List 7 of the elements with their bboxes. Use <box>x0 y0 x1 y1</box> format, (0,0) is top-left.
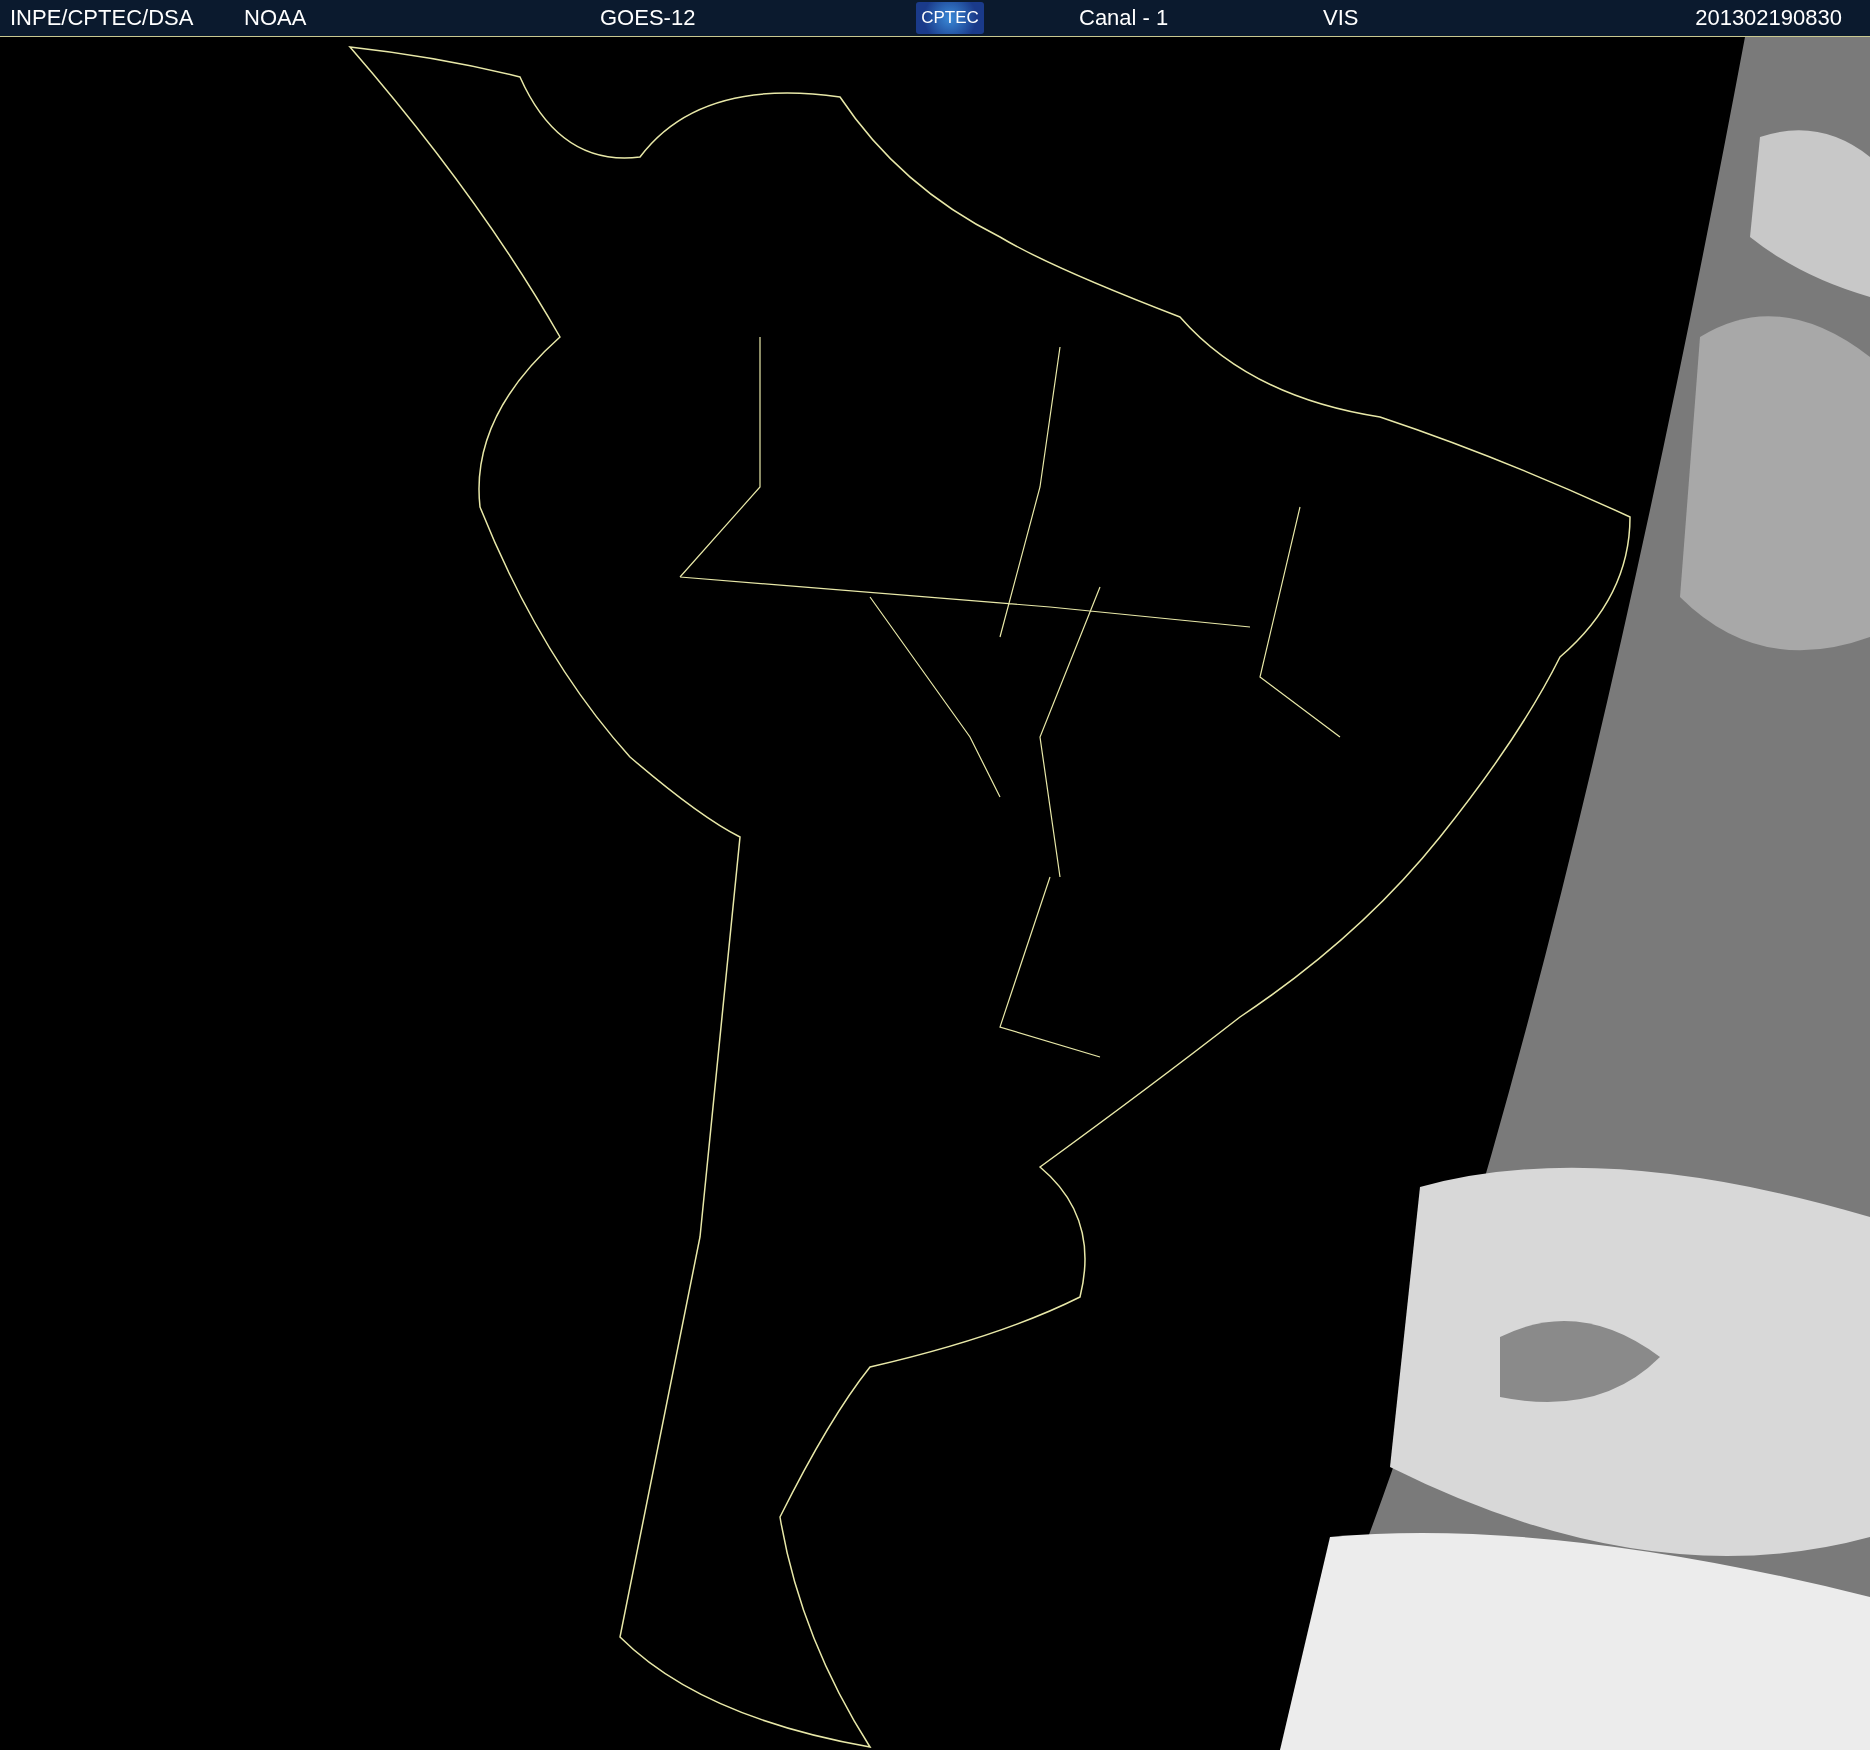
channel-label: Canal - 1 <box>1078 5 1170 31</box>
band-label: VIS <box>1322 5 1360 31</box>
timestamp-label: 201302190830 <box>1694 5 1843 31</box>
logo: CPTEC <box>916 2 984 34</box>
satellite-label: GOES-12 <box>599 5 697 31</box>
source-label: INPE/CPTEC/DSA <box>9 5 195 31</box>
agency-label: NOAA <box>243 5 308 31</box>
